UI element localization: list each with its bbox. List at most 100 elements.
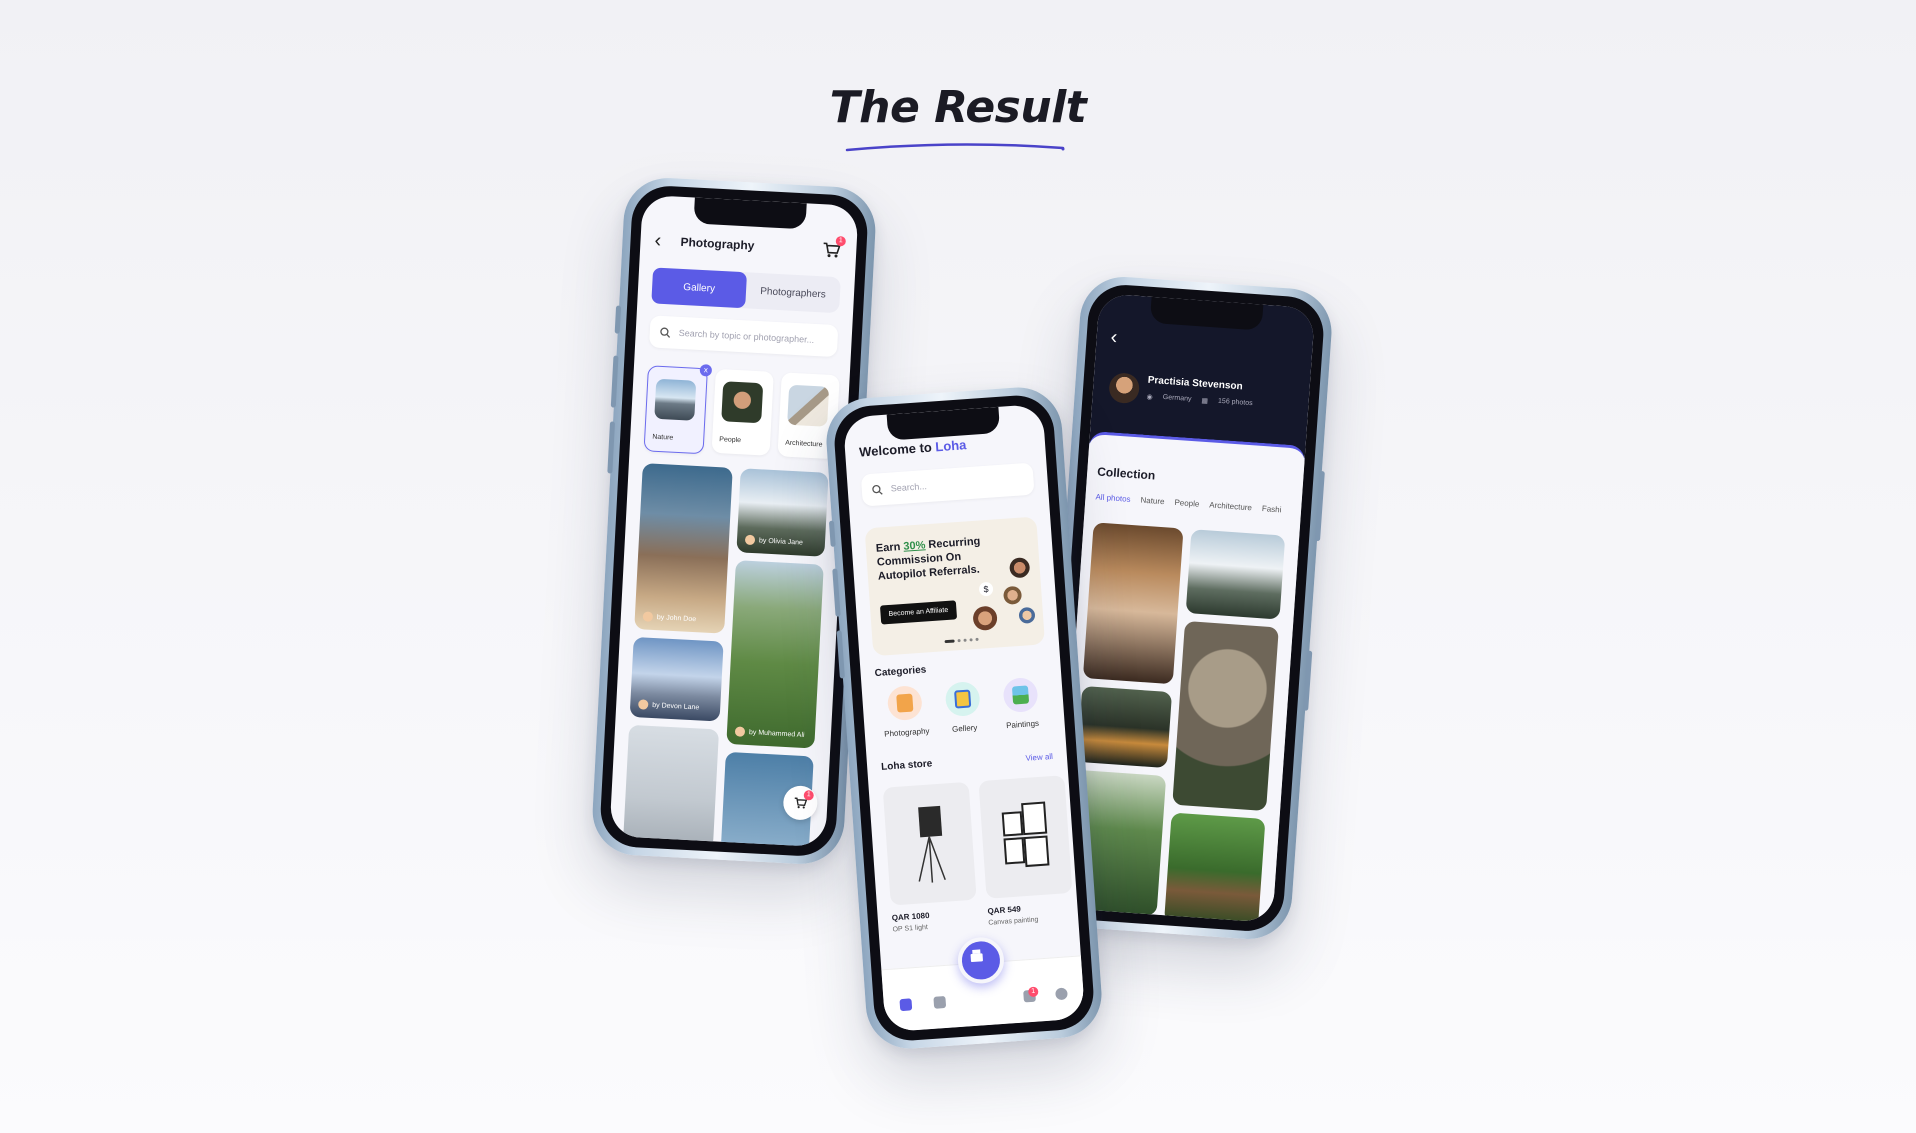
photo-tile[interactable]: by Devon Lane <box>629 636 724 722</box>
photo-tile[interactable] <box>1185 529 1286 620</box>
tab-nature[interactable]: Nature <box>1140 496 1165 507</box>
photo-tile[interactable] <box>1077 685 1173 769</box>
category-gallery[interactable]: Gellery <box>934 680 993 735</box>
back-arrow-icon[interactable]: ‹ <box>654 229 675 253</box>
product-card[interactable]: QAR 1080 OP S1 light <box>882 781 979 934</box>
tab-fashion[interactable]: Fashi <box>1262 504 1282 514</box>
collection-title: Collection <box>1096 464 1156 483</box>
architecture-thumbnail <box>787 384 830 427</box>
store-icon[interactable] <box>933 995 947 1009</box>
bottom-tab-bar: 1 <box>881 935 1086 1033</box>
product-image <box>978 775 1073 899</box>
notch <box>693 197 807 230</box>
collection-sheet: Collection All photos Nature People Arch… <box>1056 430 1306 923</box>
category-paintings[interactable]: Paintings <box>991 676 1050 731</box>
page-title: Photography <box>680 234 755 253</box>
chip-label: Architecture <box>784 439 823 449</box>
view-toggle: Gallery Photographers <box>651 267 841 314</box>
print-fab-button[interactable] <box>956 935 1006 985</box>
avatar <box>744 534 756 546</box>
product-name: OP S1 light <box>892 924 929 934</box>
people-thumbnail <box>721 381 764 424</box>
photo-credit: by Devon Lane <box>638 699 700 712</box>
welcome-heading: Welcome to Loha <box>858 437 967 460</box>
photo-tile[interactable] <box>1164 812 1266 923</box>
side-button <box>828 520 836 547</box>
product-image <box>882 781 977 906</box>
carousel-dots[interactable] <box>944 637 979 644</box>
side-button <box>610 355 619 408</box>
chip-nature[interactable]: Nature x <box>643 364 713 455</box>
photo-credit: by John Doe <box>642 611 697 624</box>
frames-icon <box>1001 801 1050 868</box>
cart-badge: 1 <box>803 790 815 801</box>
categories-title: Categories <box>874 664 927 680</box>
side-button <box>1314 471 1325 542</box>
chip-people[interactable]: People <box>711 368 774 456</box>
category-chips: Nature x People Architecture <box>643 364 844 461</box>
product-name: Canvas painting <box>988 916 1039 927</box>
gallery-icon <box>944 680 981 718</box>
headline-underline <box>845 143 1065 152</box>
category-photography[interactable]: Photography <box>876 684 935 739</box>
avatar <box>642 611 654 622</box>
phone-bezel: Welcome to Loha Search... Earn 30% Recur… <box>832 393 1096 1043</box>
product-card[interactable]: QAR 549 Canvas painting <box>978 775 1074 927</box>
remove-chip-icon[interactable]: x <box>699 364 713 377</box>
side-button <box>607 421 616 474</box>
collection-tabs: All photos Nature People Architecture Fa… <box>1095 492 1282 514</box>
nature-thumbnail <box>654 378 697 421</box>
side-button <box>614 305 622 334</box>
cart-icon[interactable]: 1 <box>820 235 847 261</box>
photography-icon <box>886 684 923 722</box>
search-input[interactable]: Search... <box>860 462 1035 507</box>
tab-architecture[interactable]: Architecture <box>1209 500 1252 512</box>
avatar <box>734 726 746 737</box>
search-placeholder: Search... <box>890 481 928 494</box>
home-icon[interactable] <box>899 998 913 1012</box>
search-icon <box>660 327 671 338</box>
floating-cart-button[interactable]: 1 <box>782 784 819 821</box>
photo-credit: by Olivia Jane <box>744 534 803 548</box>
tab-gallery[interactable]: Gallery <box>651 267 748 309</box>
notch <box>886 406 1001 441</box>
chip-label: Nature <box>652 433 674 442</box>
category-label: Paintings <box>1005 718 1040 731</box>
photo-tile[interactable] <box>1082 522 1184 685</box>
affiliate-banner[interactable]: Earn 30% Recurring Commission On Autopil… <box>864 516 1046 657</box>
tab-photographers[interactable]: Photographers <box>745 272 841 313</box>
tab-all-photos[interactable]: All photos <box>1095 492 1131 503</box>
search-input[interactable]: Search by topic or photographer... <box>648 315 839 358</box>
cart-tab-icon[interactable]: 1 <box>1023 986 1039 1003</box>
referral-illustration: $ <box>969 557 1038 641</box>
photo-tile[interactable]: by John Doe <box>634 463 733 634</box>
product-price: QAR 1080 <box>891 910 930 923</box>
cart-badge: 1 <box>1027 986 1039 998</box>
view-all-link[interactable]: View all <box>1025 752 1053 763</box>
store-title: Loha store <box>880 758 933 773</box>
profile-icon[interactable] <box>1055 987 1068 1001</box>
become-affiliate-button[interactable]: Become an Affiliate <box>879 600 957 625</box>
photo-tile[interactable]: by Olivia Jane <box>736 468 829 557</box>
photo-tile[interactable]: by Muhammed Ali <box>726 560 824 749</box>
category-label: Gellery <box>951 723 978 734</box>
side-button <box>1303 650 1313 711</box>
screen-profile: ‹ Practisia Stevenson ◉ Germany ▦ 156 ph… <box>1056 293 1316 923</box>
phone-home: Welcome to Loha Search... Earn 30% Recur… <box>823 384 1105 1052</box>
photo-credit: by Muhammed Ali <box>734 726 805 740</box>
chip-label: People <box>719 436 742 445</box>
top-bar: ‹ Photography 1 <box>654 225 847 265</box>
location-pin-icon: ◉ <box>1146 393 1153 402</box>
tab-people[interactable]: People <box>1174 498 1199 509</box>
photos-icon: ▦ <box>1201 397 1209 406</box>
cart-badge: 1 <box>835 235 847 247</box>
category-label: Photography <box>883 726 930 739</box>
studio-light-icon <box>918 805 946 883</box>
brand-name: Loha <box>934 437 967 455</box>
screen-home: Welcome to Loha Search... Earn 30% Recur… <box>842 403 1086 1033</box>
photo-tile[interactable] <box>622 724 720 848</box>
screen-photography: ‹ Photography 1 Gallery Photographers Se… <box>609 194 859 848</box>
printer-icon <box>970 949 983 963</box>
photo-tile[interactable] <box>1172 620 1279 812</box>
avatar <box>638 699 649 710</box>
